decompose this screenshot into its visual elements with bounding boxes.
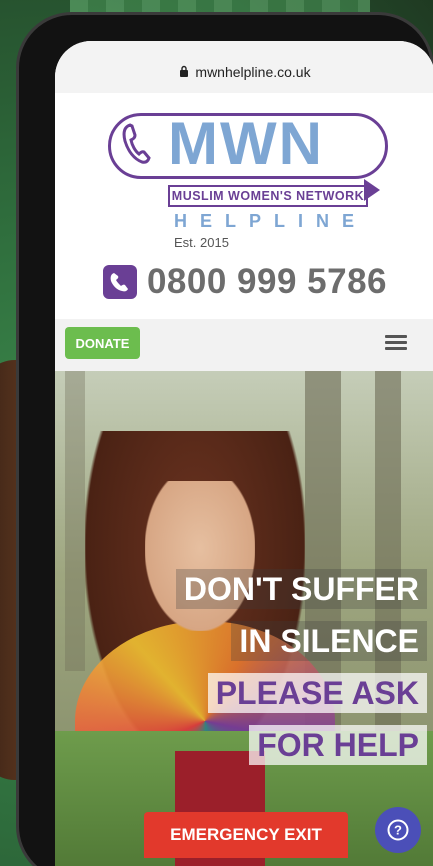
background-tree: [65, 371, 85, 671]
hero-line-4: FOR HELP: [249, 725, 427, 765]
question-mark-icon[interactable]: ?: [375, 807, 421, 853]
phone-frame: mwnhelpline.co.uk MWN MUSLIM WOMEN'S NET…: [16, 12, 433, 866]
hero-line-3: PLEASE ASK: [207, 673, 427, 713]
phone-icon: [102, 265, 137, 299]
phone-number: 0800 999 5786: [146, 262, 388, 301]
helpline-number[interactable]: 0800 999 5786: [55, 257, 433, 307]
telephone-handset-icon: [122, 123, 151, 164]
svg-text:?: ?: [394, 823, 402, 838]
emergency-exit-button[interactable]: EMERGENCY EXIT: [144, 812, 348, 858]
logo-helpline-text: HELPLINE: [174, 211, 368, 231]
donate-button[interactable]: DONATE: [65, 327, 140, 359]
logo-network-text: MUSLIM WOMEN'S NETWORK: [168, 185, 368, 207]
hamburger-menu-icon[interactable]: [385, 335, 407, 351]
site-logo[interactable]: MWN MUSLIM WOMEN'S NETWORK HELPLINE Est.…: [102, 107, 388, 253]
logo-established: Est. 2015: [174, 235, 229, 250]
url-text: mwnhelpline.co.uk: [195, 64, 311, 80]
lock-icon: [180, 65, 189, 77]
hero-banner: DON'T SUFFER IN SILENCE PLEASE ASK FOR H…: [55, 371, 433, 866]
logo-arrow-icon: [364, 179, 380, 201]
logo-acronym: MWN: [168, 110, 324, 177]
hero-line-2: IN SILENCE: [231, 621, 427, 661]
navigation-bar: DONATE: [55, 319, 433, 371]
hero-line-1: DON'T SUFFER: [175, 569, 427, 609]
address-bar[interactable]: mwnhelpline.co.uk: [55, 41, 433, 93]
phone-screen: mwnhelpline.co.uk MWN MUSLIM WOMEN'S NET…: [55, 41, 433, 866]
